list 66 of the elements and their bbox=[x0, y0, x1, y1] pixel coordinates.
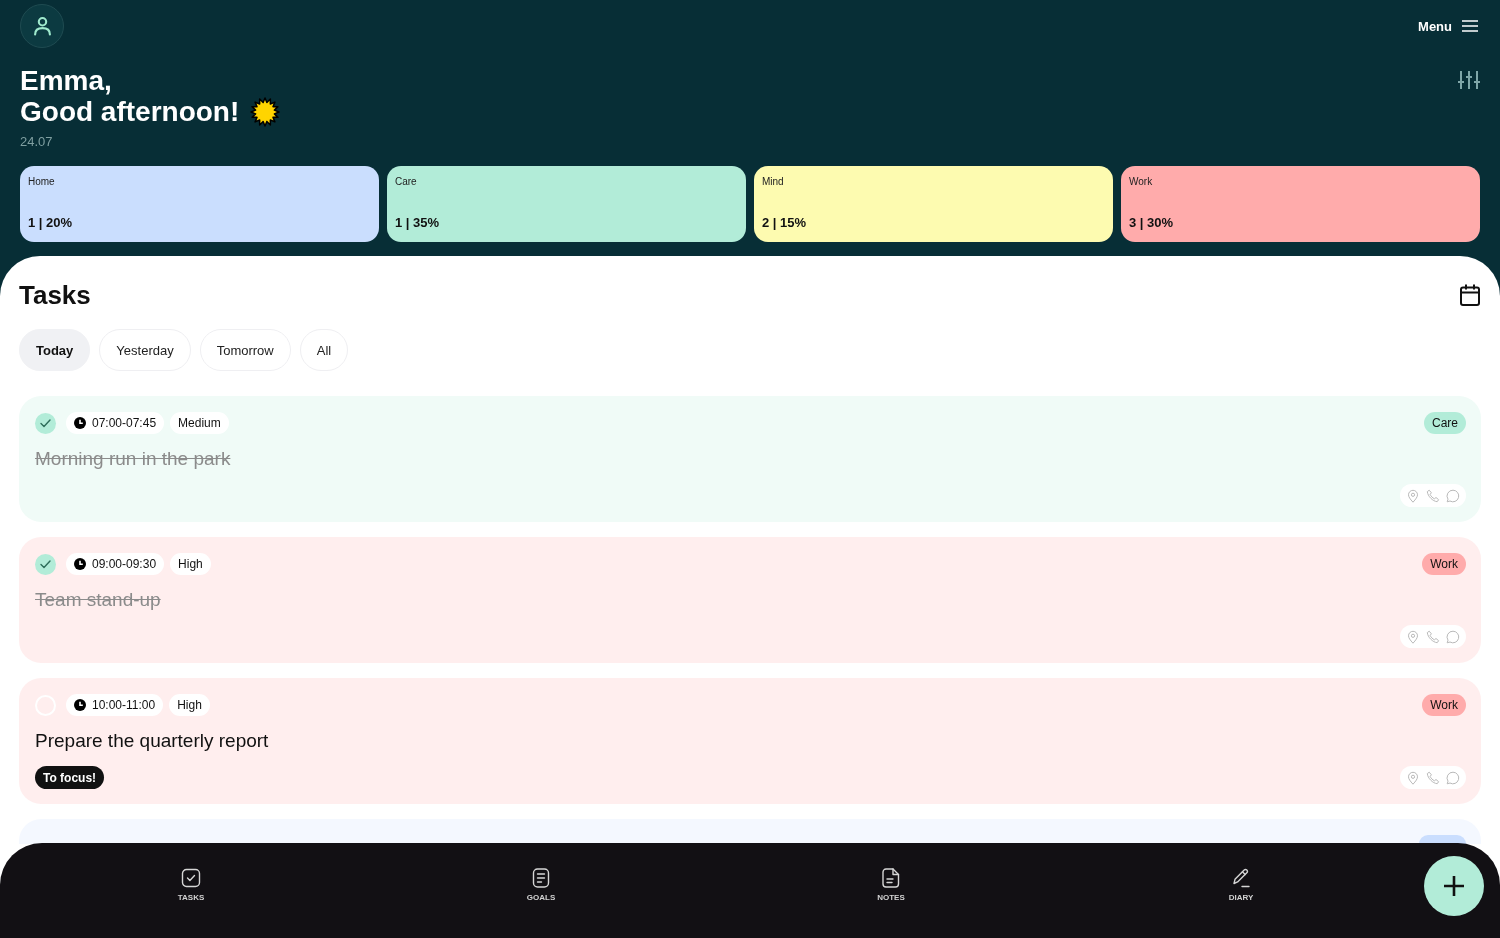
phone-icon[interactable] bbox=[1426, 629, 1440, 644]
pencil-icon bbox=[1231, 868, 1251, 888]
category-card[interactable]: Mind 2 | 15% bbox=[754, 166, 1113, 242]
category-card[interactable]: Home 1 | 20% bbox=[20, 166, 379, 242]
location-pin-icon[interactable] bbox=[1406, 770, 1420, 785]
tab[interactable]: Tomorrow bbox=[199, 329, 291, 371]
nav-button[interactable]: GOALS bbox=[526, 843, 556, 902]
check-icon bbox=[40, 559, 51, 569]
chat-bubble-icon[interactable] bbox=[1446, 488, 1460, 503]
category-card[interactable]: Work 3 | 30% bbox=[1121, 166, 1480, 242]
task-title: Team stand-up bbox=[35, 588, 162, 612]
priority-tag: High bbox=[170, 553, 211, 575]
add-button[interactable] bbox=[1424, 856, 1484, 916]
category-stats: 2 | 15% bbox=[762, 215, 807, 231]
person-icon bbox=[33, 16, 51, 36]
clock-icon bbox=[74, 417, 86, 429]
nav-button[interactable]: NOTES bbox=[877, 843, 905, 902]
nav-button[interactable]: TASKS bbox=[177, 843, 205, 902]
menu-icon bbox=[1462, 20, 1478, 32]
category-name: Work bbox=[1129, 176, 1153, 188]
clock-icon bbox=[74, 699, 86, 711]
profile-button[interactable] bbox=[20, 4, 64, 48]
phone-icon[interactable] bbox=[1426, 488, 1440, 503]
tab[interactable]: All bbox=[299, 329, 349, 371]
task-title: Prepare the quarterly report bbox=[35, 729, 270, 753]
section-title: Tasks bbox=[19, 279, 91, 311]
category-card[interactable]: Care 1 | 35% bbox=[387, 166, 746, 242]
sun-icon bbox=[250, 96, 281, 127]
task-title: Morning run in the park bbox=[35, 447, 232, 471]
task-time: 10:00-11:00 bbox=[92, 698, 156, 712]
category-tag: Work bbox=[1422, 553, 1466, 575]
tab[interactable]: Yesterday bbox=[99, 329, 191, 371]
category-stats: 1 | 35% bbox=[395, 215, 440, 231]
category-stats: 1 | 20% bbox=[28, 215, 73, 231]
chat-bubble-icon[interactable] bbox=[1446, 629, 1460, 644]
list-icon bbox=[531, 868, 551, 888]
calendar-icon[interactable] bbox=[1460, 284, 1480, 306]
category-name: Home bbox=[28, 176, 55, 188]
location-pin-icon[interactable] bbox=[1406, 629, 1420, 644]
task-checkbox[interactable] bbox=[35, 412, 56, 434]
check-icon bbox=[40, 418, 51, 428]
category-tag: Care bbox=[1424, 412, 1466, 434]
task-time: 09:00-09:30 bbox=[92, 557, 157, 571]
menu-button[interactable]: Menu bbox=[1418, 18, 1478, 34]
clock-icon bbox=[74, 558, 86, 570]
phone-icon[interactable] bbox=[1426, 770, 1440, 785]
date-label: 24.07 bbox=[20, 134, 54, 150]
checkbox-icon bbox=[181, 868, 201, 888]
priority-tag: High bbox=[169, 694, 210, 716]
location-pin-icon[interactable] bbox=[1406, 488, 1420, 503]
category-tag: Work bbox=[1422, 694, 1466, 716]
category-name: Mind bbox=[762, 176, 784, 188]
greeting-message: Good afternoon! bbox=[20, 96, 240, 127]
tab[interactable]: Today bbox=[19, 329, 91, 371]
greeting-name: Emma, bbox=[20, 65, 113, 96]
priority-tag: Medium bbox=[170, 412, 229, 434]
document-icon bbox=[881, 868, 901, 888]
category-name: Care bbox=[395, 176, 417, 188]
sliders-icon[interactable] bbox=[1458, 70, 1480, 90]
plus-icon bbox=[1443, 875, 1465, 897]
task-time: 07:00-07:45 bbox=[92, 416, 157, 430]
chat-bubble-icon[interactable] bbox=[1446, 770, 1460, 785]
task-checkbox[interactable] bbox=[35, 553, 56, 575]
focus-tag: To focus! bbox=[35, 766, 105, 789]
category-stats: 3 | 30% bbox=[1129, 215, 1174, 231]
nav-button[interactable]: DIARY bbox=[1228, 843, 1254, 902]
